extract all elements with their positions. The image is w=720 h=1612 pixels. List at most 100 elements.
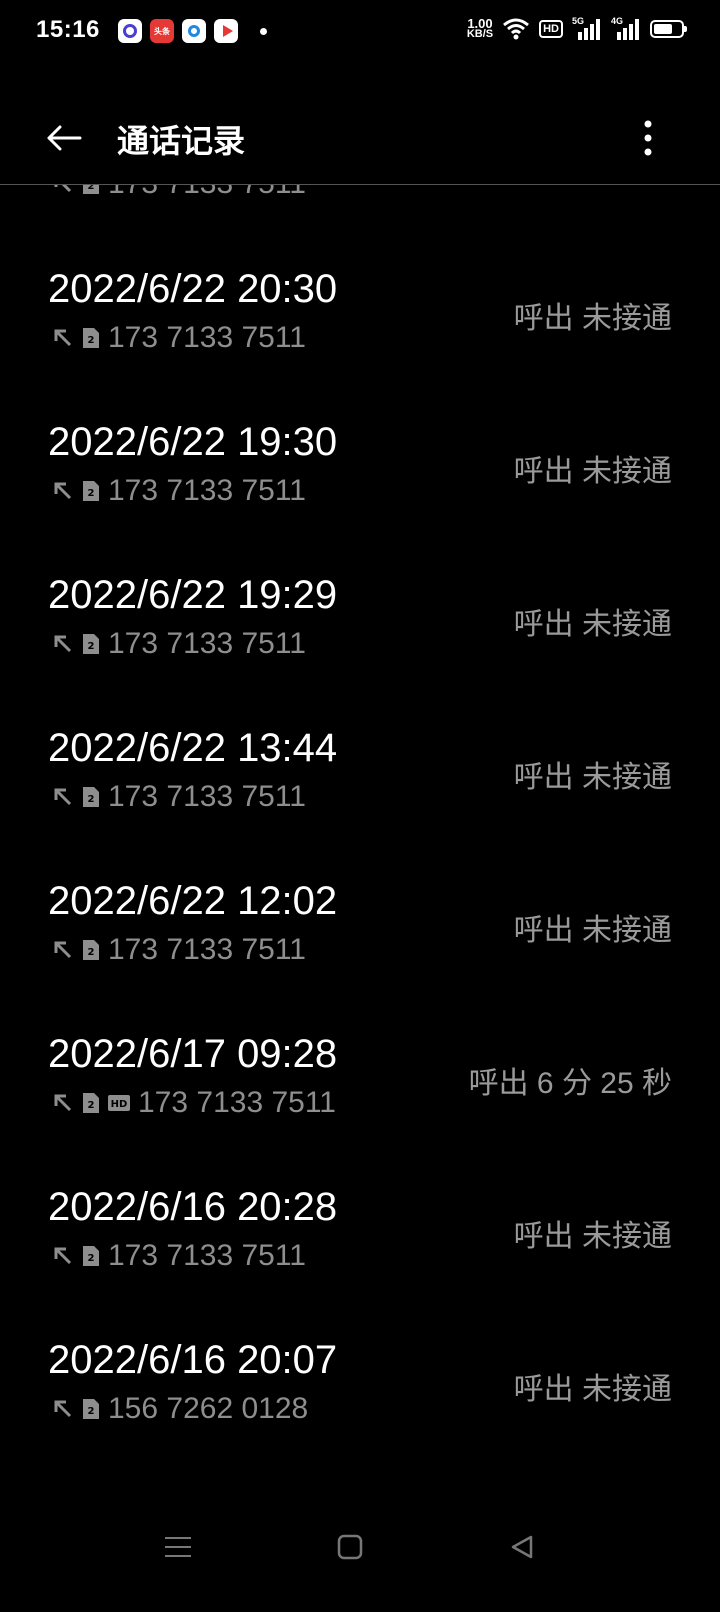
outgoing-arrow-icon xyxy=(54,635,72,653)
call-details: 2 156 7262 0128 xyxy=(52,1392,308,1426)
call-time: 2022/6/22 19:30 xyxy=(48,420,338,464)
outgoing-arrow-icon xyxy=(54,941,72,959)
phone-number: 156 7262 0128 xyxy=(108,1392,309,1425)
svg-text:2: 2 xyxy=(88,1253,95,1264)
call-log-item[interactable]: 2022/6/22 19:29 2 173 7133 7511 呼出 未接通 xyxy=(0,573,720,723)
call-status: 呼出 未接通 xyxy=(513,1220,672,1253)
recent-apps-button[interactable] xyxy=(148,1520,208,1574)
svg-text:HD: HD xyxy=(111,1099,128,1110)
call-time: 2022/6/22 20:30 xyxy=(48,267,338,311)
svg-text:2: 2 xyxy=(88,185,95,192)
sim-2-icon: 2 xyxy=(83,481,99,501)
sim-2-icon: 2 xyxy=(83,634,99,654)
call-log-item[interactable]: 2022/6/22 20:30 2 173 7133 7511 呼出 未接通 xyxy=(0,267,720,417)
call-time: 2022/6/22 13:44 xyxy=(48,726,338,770)
phone-number: 173 7133 7511 xyxy=(108,780,306,813)
call-status: 呼出 未接通 xyxy=(513,1373,672,1406)
svg-text:2: 2 xyxy=(88,641,95,652)
signal-5g-icon: 5G xyxy=(572,16,602,40)
svg-text:2: 2 xyxy=(88,1100,95,1111)
call-time: 2022/6/22 19:29 xyxy=(48,573,338,617)
home-button[interactable] xyxy=(320,1520,380,1574)
sim-2-icon: 2 xyxy=(83,1399,99,1419)
call-details: 2 173 7133 7511 xyxy=(52,1239,306,1273)
call-log-item[interactable]: 2022/6/16 20:28 2 173 7133 7511 呼出 未接通 xyxy=(0,1185,720,1335)
sim-2-icon: 2 xyxy=(83,940,99,960)
call-details: 2 173 7133 7511 xyxy=(52,474,306,508)
call-log-item[interactable]: 2022/6/22 13:44 2 173 7133 7511 呼出 未接通 xyxy=(0,726,720,876)
call-log-item[interactable]: 2022/6/22 19:30 2 173 7133 7511 呼出 未接通 xyxy=(0,420,720,570)
outgoing-arrow-icon xyxy=(54,1094,72,1112)
navigation-bar xyxy=(0,1480,720,1612)
outgoing-arrow-icon xyxy=(54,185,72,193)
call-details: 2 173 7133 7511 xyxy=(52,780,306,814)
phone-number: 173 7133 7511 xyxy=(108,185,306,201)
more-options-button[interactable] xyxy=(628,114,668,162)
call-status: 呼出 未接通 xyxy=(513,914,672,947)
hd-call-icon: HD xyxy=(108,1095,130,1111)
page-title: 通话记录 xyxy=(117,123,246,159)
call-log-list[interactable]: 2 173 7133 7511 2022/6/22 20:30 2 173 7133… xyxy=(0,185,720,1480)
call-time: 2022/6/22 12:02 xyxy=(48,879,338,923)
outgoing-arrow-icon xyxy=(54,329,72,347)
call-status: 呼出 6 分 25 秒 xyxy=(468,1067,672,1100)
square-icon xyxy=(337,1534,363,1560)
call-details: 2 173 7133 7511 xyxy=(52,933,306,967)
toutiao-notification-icon: 头条 xyxy=(150,19,174,43)
signal-4g-icon: 4G xyxy=(611,16,641,40)
more-vert-icon xyxy=(644,120,652,156)
svg-text:2: 2 xyxy=(88,947,95,958)
status-bar: 15:16 头条 1.00 KB/S HD 5G 4G xyxy=(0,0,720,66)
back-button[interactable] xyxy=(40,114,88,162)
call-details: 2 HD 173 7133 7511 xyxy=(52,1086,336,1120)
sim-2-icon: 2 xyxy=(83,1246,99,1266)
app-notification-icon xyxy=(118,19,142,43)
hd-voice-icon: HD xyxy=(539,20,563,38)
call-time: 2022/6/17 09:28 xyxy=(48,1032,338,1076)
menu-lines-icon xyxy=(165,1537,191,1557)
call-status: 呼出 未接通 xyxy=(513,302,672,335)
outgoing-arrow-icon xyxy=(54,788,72,806)
sim-2-icon: 2 xyxy=(83,1093,99,1113)
more-notifications-dot-icon xyxy=(260,27,267,35)
sim-2-icon: 2 xyxy=(83,787,99,807)
system-icons: 1.00 KB/S HD 5G 4G xyxy=(466,16,687,40)
video-notification-icon xyxy=(214,19,238,43)
call-details: 2 173 7133 7511 xyxy=(52,627,306,661)
phone-number: 173 7133 7511 xyxy=(108,321,306,354)
wifi-icon xyxy=(503,18,530,40)
svg-text:2: 2 xyxy=(88,794,95,805)
phone-number: 173 7133 7511 xyxy=(108,627,306,660)
outgoing-arrow-icon xyxy=(54,482,72,500)
outgoing-arrow-icon xyxy=(54,1247,72,1265)
call-log-item[interactable]: 2022/6/22 12:02 2 173 7133 7511 呼出 未接通 xyxy=(0,879,720,1029)
triangle-back-icon xyxy=(511,1535,533,1559)
call-status: 呼出 未接通 xyxy=(513,761,672,794)
svg-text:2: 2 xyxy=(88,335,95,346)
status-time: 15:16 xyxy=(36,16,100,43)
back-nav-button[interactable] xyxy=(492,1520,552,1574)
phone-number: 173 7133 7511 xyxy=(138,1086,336,1119)
svg-text:2: 2 xyxy=(88,488,95,499)
phone-number: 173 7133 7511 xyxy=(108,933,306,966)
call-log-item[interactable]: 2022/6/17 09:28 2 HD 173 7133 7511 呼出 6 分 25… xyxy=(0,1032,720,1182)
call-time: 2022/6/16 20:07 xyxy=(48,1338,338,1382)
app-notification-icon xyxy=(182,19,206,43)
sim-2-icon: 2 xyxy=(83,328,99,348)
phone-number: 173 7133 7511 xyxy=(108,474,306,507)
outgoing-arrow-icon xyxy=(54,1400,72,1418)
back-arrow-icon xyxy=(47,125,82,151)
call-log-item[interactable]: 2022/6/16 20:07 2 156 7262 0128 呼出 未接通 xyxy=(0,1338,720,1480)
notification-icons: 头条 xyxy=(118,19,267,43)
call-time: 2022/6/16 20:28 xyxy=(48,1185,338,1229)
call-log-item-partial[interactable]: 2 173 7133 7511 xyxy=(0,185,720,215)
sim-2-icon: 2 xyxy=(83,185,99,194)
call-status: 呼出 未接通 xyxy=(513,455,672,488)
svg-text:2: 2 xyxy=(88,1406,95,1417)
call-status: 呼出 未接通 xyxy=(513,608,672,641)
app-bar: 通话记录 xyxy=(0,96,720,180)
phone-number: 173 7133 7511 xyxy=(108,1239,306,1272)
battery-icon xyxy=(650,20,687,38)
network-speed: 1.00 KB/S xyxy=(466,16,494,40)
call-details: 2 173 7133 7511 xyxy=(52,321,306,355)
